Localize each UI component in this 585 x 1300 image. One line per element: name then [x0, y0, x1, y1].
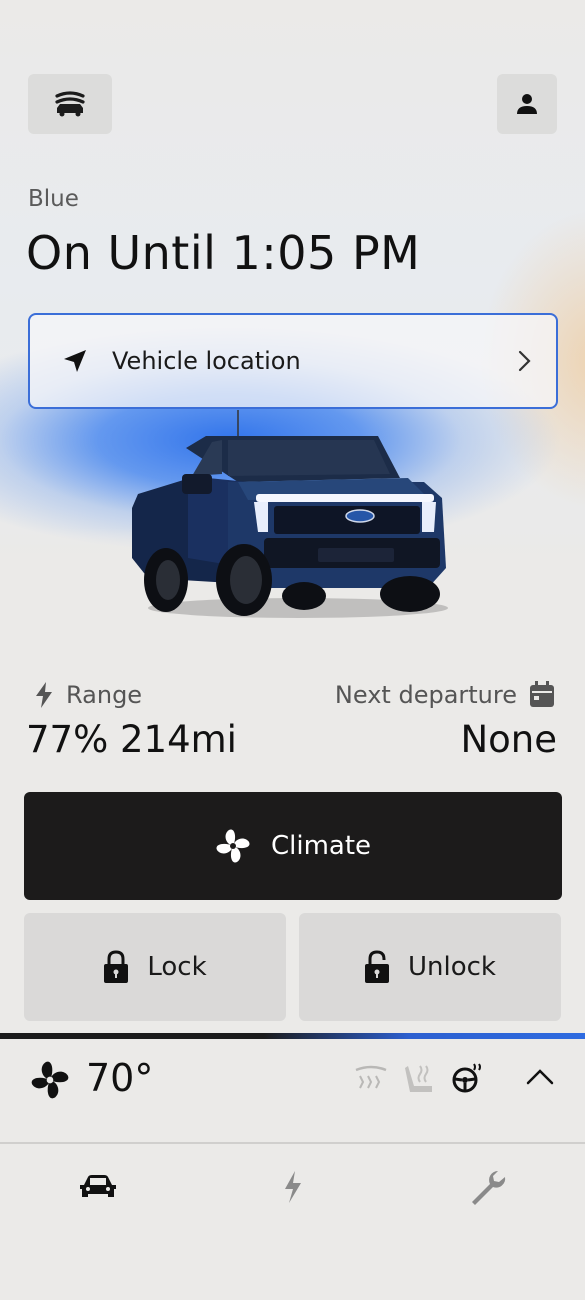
- lock-icon: [104, 950, 129, 983]
- calendar-icon: [530, 681, 554, 707]
- vehicle-menu-button[interactable]: [28, 74, 112, 134]
- nav-service-tab[interactable]: [466, 1165, 510, 1209]
- chevron-right-icon: [518, 350, 531, 372]
- nav-separator: [0, 1142, 585, 1144]
- range-value: 77% 214mi: [26, 718, 237, 761]
- wrench-icon: [472, 1171, 506, 1205]
- lock-button[interactable]: Lock: [24, 913, 286, 1021]
- bolt-icon: [36, 682, 52, 708]
- next-departure-label-group[interactable]: Next departure: [335, 681, 555, 709]
- vehicle-name: Blue: [28, 186, 79, 212]
- climate-button[interactable]: Climate: [24, 792, 562, 900]
- profile-button[interactable]: [497, 74, 557, 134]
- unlock-button[interactable]: Unlock: [299, 913, 561, 1021]
- unlock-icon: [365, 950, 389, 983]
- car-icon: [80, 1175, 116, 1197]
- fan-icon: [216, 829, 250, 863]
- next-departure-value: None: [460, 718, 557, 761]
- vehicle-image: [132, 410, 448, 618]
- range-label-group: Range: [34, 681, 142, 709]
- nav-charging-tab[interactable]: [271, 1165, 315, 1209]
- fan-icon: [31, 1061, 69, 1099]
- heated-seat-icon[interactable]: [404, 1062, 436, 1094]
- charging-bolt-icon: [285, 1171, 301, 1203]
- range-label: Range: [66, 681, 143, 709]
- temperature-value[interactable]: 70°: [86, 1056, 153, 1100]
- lock-label: Lock: [147, 952, 207, 982]
- heated-steering-wheel-icon[interactable]: [452, 1062, 484, 1094]
- chevron-up-icon[interactable]: [526, 1068, 554, 1086]
- nav-vehicle-tab[interactable]: [76, 1165, 120, 1209]
- climate-label: Climate: [270, 831, 372, 861]
- vehicle-location-label: Vehicle location: [112, 347, 301, 375]
- navigation-arrow-icon: [64, 350, 86, 372]
- defrost-icon[interactable]: [354, 1064, 388, 1094]
- next-departure-label: Next departure: [334, 681, 517, 709]
- vehicle-status-title: On Until 1:05 PM: [26, 226, 421, 280]
- vehicle-stack-icon: [55, 91, 85, 117]
- vehicle-location-card[interactable]: Vehicle location: [28, 313, 558, 409]
- unlock-label: Unlock: [408, 952, 496, 982]
- person-icon: [517, 94, 537, 114]
